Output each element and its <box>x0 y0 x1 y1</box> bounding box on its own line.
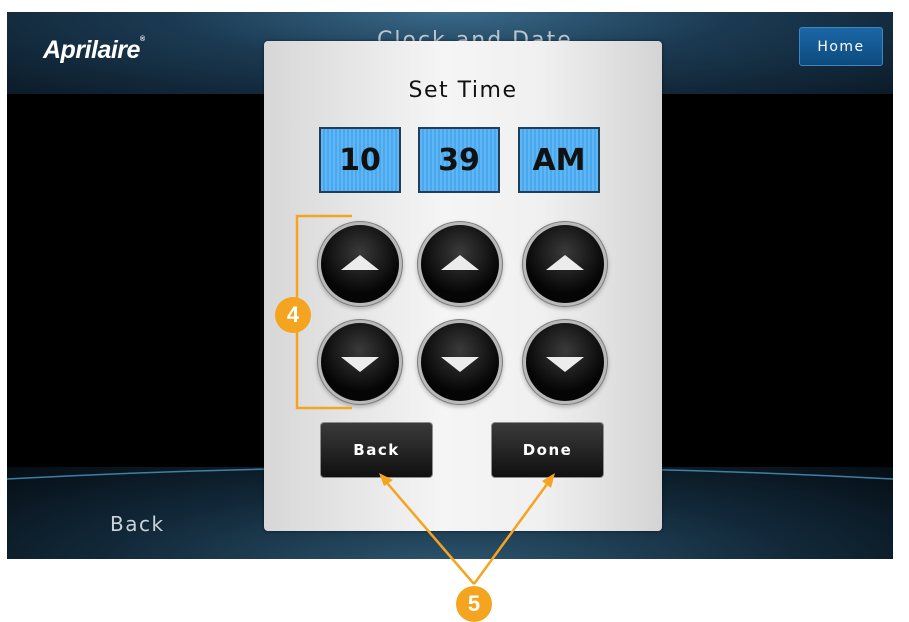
callout-5-badge: 5 <box>456 586 492 622</box>
annotation-overlay <box>295 214 555 585</box>
callout-4-badge: 4 <box>275 297 311 333</box>
callout-arrows <box>379 473 555 585</box>
